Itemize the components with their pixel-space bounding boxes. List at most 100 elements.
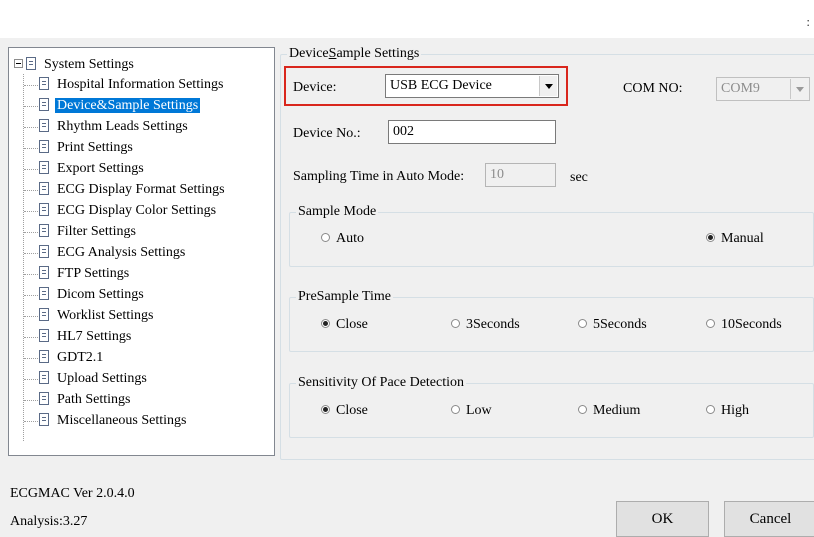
sample-mode-title: Sample Mode xyxy=(296,203,379,221)
radio-label: Manual xyxy=(721,231,764,246)
tree-item[interactable]: GDT2.1 xyxy=(39,348,105,368)
device-select[interactable]: USB ECG Device xyxy=(385,74,559,98)
tree-connector xyxy=(24,274,38,275)
pace-detection-title: Sensitivity Of Pace Detection xyxy=(296,374,467,392)
sample-mode-option[interactable]: Manual xyxy=(706,229,764,249)
tree-connector xyxy=(24,316,38,317)
analysis-text: Analysis:3.27 xyxy=(10,514,88,529)
tree-item[interactable]: Filter Settings xyxy=(39,222,138,242)
tree-connector xyxy=(24,85,38,86)
chevron-down-icon[interactable] xyxy=(539,76,557,96)
document-icon xyxy=(39,245,49,258)
tree-item[interactable]: Export Settings xyxy=(39,159,146,179)
radio-label: High xyxy=(721,403,749,418)
tree-item[interactable]: Print Settings xyxy=(39,138,135,158)
sample-mode-option[interactable]: Auto xyxy=(321,229,364,249)
settings-tree[interactable]: System Settings Hospital Information Set… xyxy=(8,47,275,456)
pace-detection-option[interactable]: Low xyxy=(451,401,492,421)
presample-time-option[interactable]: 10Seconds xyxy=(706,315,782,335)
tree-connector xyxy=(24,379,38,380)
tree-connector xyxy=(24,148,38,149)
tree-item[interactable]: FTP Settings xyxy=(39,264,131,284)
radio-icon[interactable] xyxy=(706,405,715,414)
collapse-icon[interactable] xyxy=(14,59,23,68)
tree-item-label: Device&Sample Settings xyxy=(55,98,201,113)
radio-icon[interactable] xyxy=(451,319,460,328)
device-no-input[interactable]: 002 xyxy=(388,120,556,144)
tree-item-label: ECG Display Color Settings xyxy=(57,203,217,218)
chevron-down-icon[interactable] xyxy=(790,79,808,99)
radio-icon[interactable] xyxy=(578,405,587,414)
document-icon xyxy=(26,57,36,70)
radio-icon[interactable] xyxy=(706,233,715,242)
presample-time-option[interactable]: 3Seconds xyxy=(451,315,520,335)
tree-connector xyxy=(24,211,38,212)
radio-label: Medium xyxy=(593,403,641,418)
radio-label: Low xyxy=(466,403,492,418)
tree-connector xyxy=(24,190,38,191)
pace-detection-option[interactable]: High xyxy=(706,401,749,421)
document-icon xyxy=(39,140,49,153)
tree-item[interactable]: Upload Settings xyxy=(39,369,149,389)
radio-icon[interactable] xyxy=(321,319,330,328)
document-icon xyxy=(39,350,49,363)
radio-icon[interactable] xyxy=(706,319,715,328)
radio-icon[interactable] xyxy=(578,319,587,328)
tree-item-label: Upload Settings xyxy=(57,371,147,386)
pace-detection-option[interactable]: Medium xyxy=(578,401,640,421)
radio-label: 10Seconds xyxy=(721,317,782,332)
document-icon xyxy=(39,224,49,237)
tree-item[interactable]: Hospital Information Settings xyxy=(39,75,225,95)
tree-connector xyxy=(24,253,38,254)
document-icon xyxy=(39,266,49,279)
group-title: DeviceSample Settings xyxy=(287,45,422,63)
radio-icon[interactable] xyxy=(321,405,330,414)
tree-item-label: Filter Settings xyxy=(57,224,136,239)
com-no-select[interactable]: COM9 xyxy=(716,77,810,101)
document-icon xyxy=(39,203,49,216)
tree-item-label: Dicom Settings xyxy=(57,287,144,302)
radio-label: 3Seconds xyxy=(466,317,520,332)
document-icon xyxy=(39,371,49,384)
pace-detection-option[interactable]: Close xyxy=(321,401,368,421)
tree-item[interactable]: Rhythm Leads Settings xyxy=(39,117,190,137)
radio-label: Close xyxy=(336,317,368,332)
tree-item[interactable]: Device&Sample Settings xyxy=(39,96,201,116)
radio-icon[interactable] xyxy=(321,233,330,242)
tree-item[interactable]: Worklist Settings xyxy=(39,306,156,326)
tree-item[interactable]: ECG Display Color Settings xyxy=(39,201,218,221)
sampling-time-label: Sampling Time in Auto Mode: xyxy=(293,169,465,184)
document-icon xyxy=(39,98,49,111)
presample-time-option[interactable]: Close xyxy=(321,315,368,335)
tree-item-label: Rhythm Leads Settings xyxy=(57,119,188,134)
document-icon xyxy=(39,392,49,405)
tree-item-system-settings[interactable]: System Settings xyxy=(14,55,136,75)
tree-item[interactable]: HL7 Settings xyxy=(39,327,133,347)
tree-item-label: ECG Display Format Settings xyxy=(57,182,225,197)
sampling-time-input[interactable]: 10 xyxy=(485,163,556,187)
document-icon xyxy=(39,77,49,90)
tree-item-label: GDT2.1 xyxy=(57,350,104,365)
tree-item-label: Worklist Settings xyxy=(57,308,154,323)
tree-item[interactable]: Path Settings xyxy=(39,390,133,410)
tree-item[interactable]: ECG Analysis Settings xyxy=(39,243,187,263)
title-bar-mark: : xyxy=(806,14,810,29)
device-no-label: Device No.: xyxy=(293,126,361,141)
tree-item[interactable]: Miscellaneous Settings xyxy=(39,411,189,431)
com-no-label: COM NO: xyxy=(623,81,683,96)
tree-item-label: Miscellaneous Settings xyxy=(57,413,187,428)
tree-item-label: Export Settings xyxy=(57,161,144,176)
presample-time-option[interactable]: 5Seconds xyxy=(578,315,647,335)
tree-item[interactable]: Dicom Settings xyxy=(39,285,146,305)
tree-item[interactable]: ECG Display Format Settings xyxy=(39,180,227,200)
radio-icon[interactable] xyxy=(451,405,460,414)
tree-item-label: Path Settings xyxy=(57,392,131,407)
tree-connector xyxy=(24,421,38,422)
device-select-value: USB ECG Device xyxy=(390,78,492,93)
com-no-value: COM9 xyxy=(721,81,760,96)
device-label: Device: xyxy=(293,80,337,95)
tree-connector xyxy=(24,127,38,128)
document-icon xyxy=(39,413,49,426)
version-text: ECGMAC Ver 2.0.4.0 xyxy=(10,486,135,501)
presample-time-title: PreSample Time xyxy=(296,288,393,306)
